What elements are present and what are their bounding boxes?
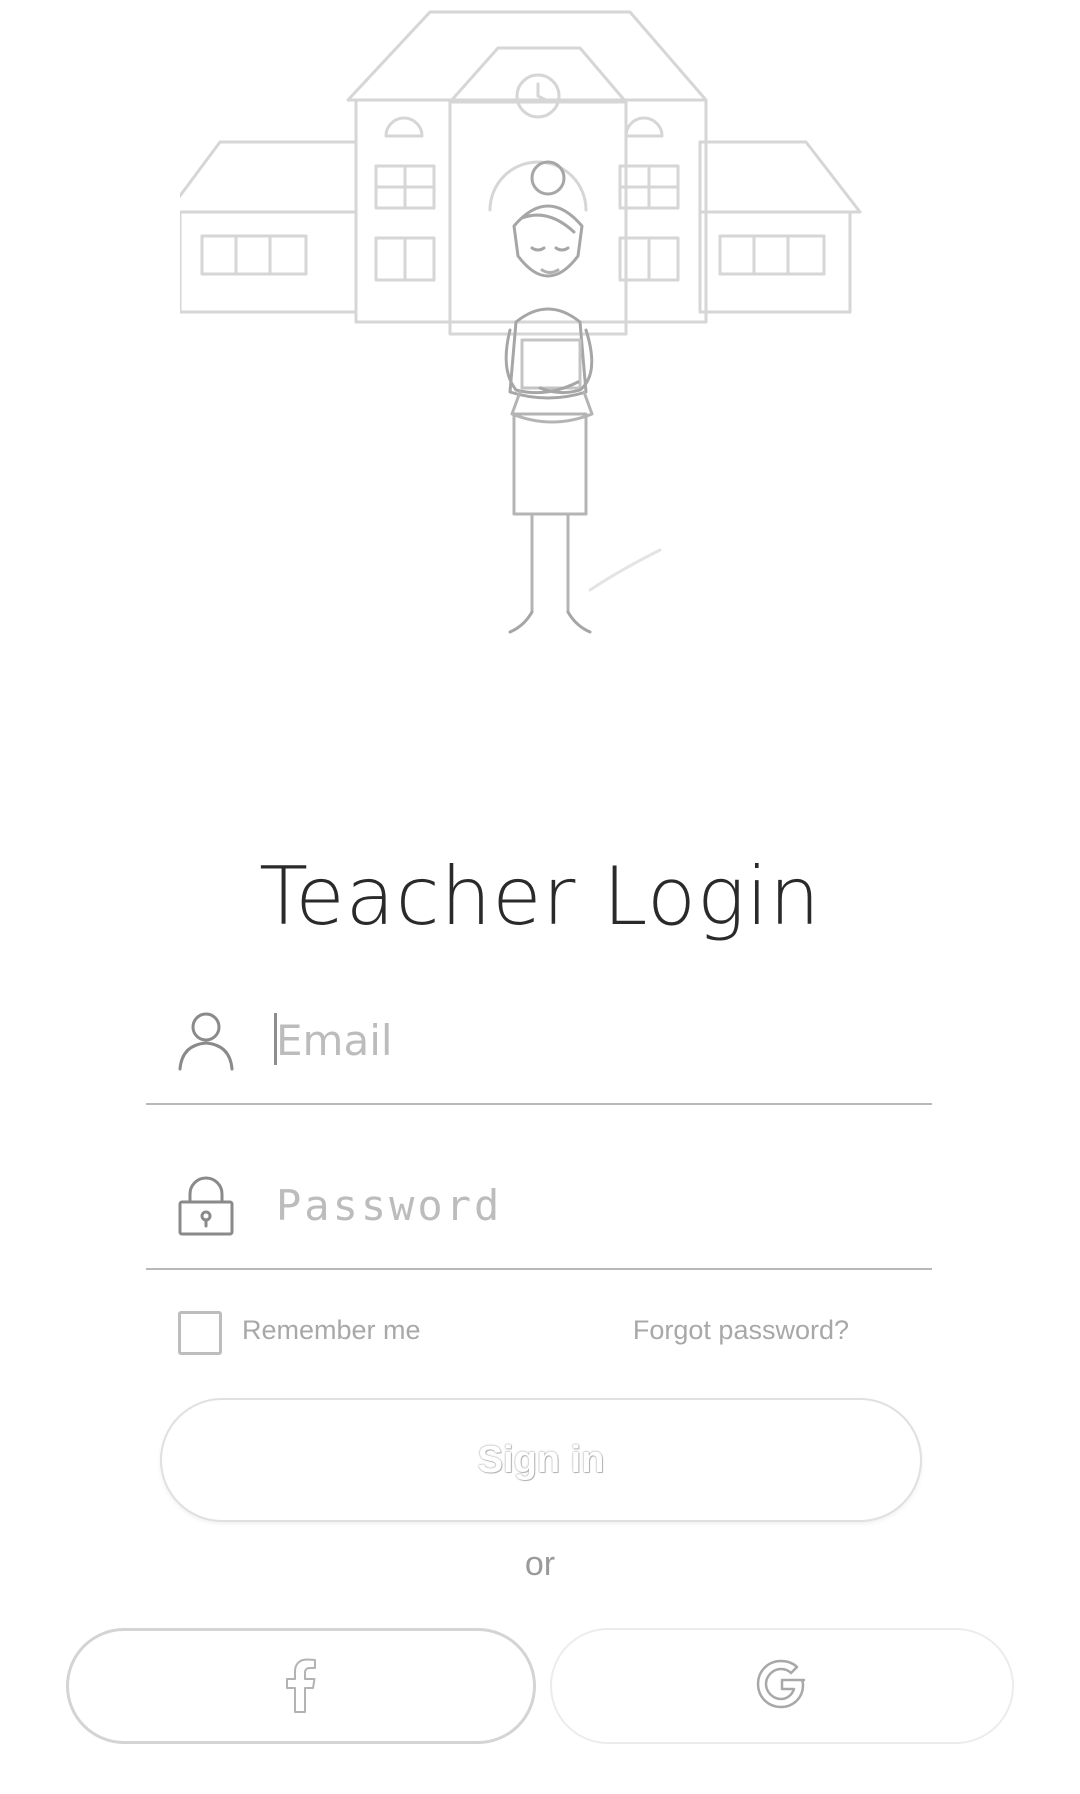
email-input[interactable] (276, 1005, 896, 1075)
login-options-row: Remember me Forgot password? (146, 1305, 932, 1365)
remember-me-label[interactable]: Remember me (242, 1315, 421, 1346)
sign-in-button[interactable]: Sign in (160, 1398, 922, 1522)
remember-me-checkbox[interactable] (178, 1311, 222, 1355)
password-field[interactable] (146, 1150, 932, 1270)
page-title: Teacher Login (259, 850, 821, 943)
or-divider-text: or (524, 1545, 556, 1583)
facebook-login-button[interactable] (66, 1628, 536, 1744)
user-icon (176, 1009, 236, 1071)
email-field[interactable] (146, 985, 932, 1105)
lock-icon (176, 1174, 236, 1236)
school-teacher-illustration (166, 0, 900, 680)
facebook-icon (271, 1654, 331, 1719)
password-input[interactable] (276, 1170, 896, 1240)
login-screen: Teacher Login Remember me Forgot passwor… (0, 0, 1080, 1794)
google-login-button[interactable] (550, 1628, 1014, 1744)
forgot-password-link[interactable]: Forgot password? (633, 1315, 849, 1346)
google-icon (752, 1654, 812, 1719)
